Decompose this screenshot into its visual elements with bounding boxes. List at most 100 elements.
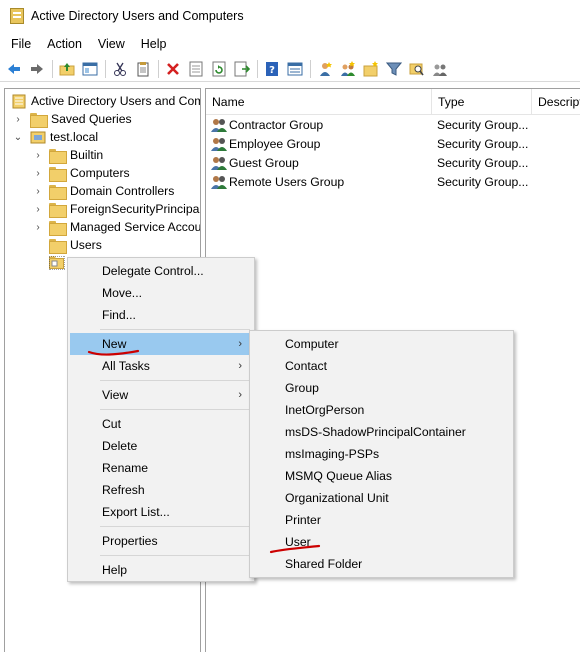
menu-item-label: New — [102, 337, 127, 351]
forward-icon[interactable] — [27, 59, 47, 79]
show-hide-tree-icon[interactable] — [80, 59, 100, 79]
context-menu: Delegate Control... Move... Find... New … — [67, 257, 255, 582]
cut-icon[interactable] — [110, 59, 130, 79]
menu-separator — [100, 526, 250, 527]
copy-icon[interactable] — [133, 59, 153, 79]
tree-item-domain[interactable]: ⌄ test.local — [13, 128, 98, 146]
menu-item-all-tasks[interactable]: All Tasks › — [70, 355, 252, 377]
tree-item-managed-service-accounts[interactable]: › Managed Service Accour — [33, 218, 201, 236]
menu-item-move[interactable]: Move... — [70, 282, 252, 304]
menu-file[interactable]: File — [11, 37, 31, 51]
table-row[interactable]: Employee Group Security Group... — [206, 135, 580, 154]
tree-item-label: Users — [70, 238, 102, 252]
table-row[interactable]: Remote Users Group Security Group... — [206, 173, 580, 192]
svg-text:?: ? — [269, 65, 275, 76]
create-group-icon[interactable] — [338, 59, 358, 79]
chevron-right-icon: › — [238, 360, 242, 372]
folder-icon — [49, 220, 67, 236]
chevron-down-icon[interactable]: ⌄ — [13, 132, 23, 143]
submenu-item-msmq-queue-alias[interactable]: MSMQ Queue Alias — [252, 465, 511, 487]
row-type: Security Group... — [437, 156, 529, 170]
up-folder-icon[interactable] — [57, 59, 77, 79]
delete-icon[interactable] — [163, 59, 183, 79]
submenu-item-contact[interactable]: Contact — [252, 355, 511, 377]
row-type: Security Group... — [437, 137, 529, 151]
menu-action[interactable]: Action — [47, 37, 82, 51]
menu-item-new[interactable]: New › — [70, 333, 252, 355]
create-user-icon[interactable] — [315, 59, 335, 79]
tree-item-label: Saved Queries — [51, 112, 132, 126]
row-name: Remote Users Group — [229, 175, 345, 189]
menu-item-export-list[interactable]: Export List... — [70, 501, 252, 523]
security-group-icon — [211, 176, 227, 189]
submenu-item-inetorgperson[interactable]: InetOrgPerson — [252, 399, 511, 421]
tree-item-foreign-security-principals[interactable]: › ForeignSecurityPrincipals — [33, 200, 201, 218]
security-group-icon — [211, 119, 227, 132]
menu-item-delegate-control[interactable]: Delegate Control... — [70, 260, 252, 282]
tree-item-selected-ou[interactable] — [33, 254, 66, 272]
filter-icon[interactable] — [384, 59, 404, 79]
chevron-right-icon[interactable]: › — [33, 186, 43, 197]
tree-item-saved-queries[interactable]: › Saved Queries — [13, 110, 132, 128]
column-header-name[interactable]: Name — [206, 89, 431, 115]
properties-icon[interactable] — [186, 59, 206, 79]
refresh-icon[interactable] — [209, 59, 229, 79]
tree-item-label: Managed Service Accour — [70, 220, 201, 234]
security-group-icon — [211, 138, 227, 151]
table-row[interactable]: Guest Group Security Group... — [206, 154, 580, 173]
column-header-type[interactable]: Type — [431, 89, 531, 115]
details-view-icon[interactable] — [285, 59, 305, 79]
tree-item-computers[interactable]: › Computers — [33, 164, 130, 182]
menu-item-label: All Tasks — [102, 359, 150, 373]
submenu-item-shared-folder[interactable]: Shared Folder — [252, 553, 511, 575]
security-group-icon — [211, 157, 227, 170]
row-type: Security Group... — [437, 118, 529, 132]
submenu-item-user[interactable]: User — [252, 531, 511, 553]
menu-item-delete[interactable]: Delete — [70, 435, 252, 457]
menu-bar: File Action View Help — [0, 34, 580, 54]
submenu-item-organizational-unit[interactable]: Organizational Unit — [252, 487, 511, 509]
export-icon[interactable] — [232, 59, 252, 79]
menu-view[interactable]: View — [98, 37, 125, 51]
submenu-item-printer[interactable]: Printer — [252, 509, 511, 531]
help-icon[interactable]: ? — [262, 59, 282, 79]
column-header-description[interactable]: Descript — [531, 89, 580, 115]
submenu-item-msds-shadow-principal-container[interactable]: msDS-ShadowPrincipalContainer — [252, 421, 511, 443]
folder-icon — [49, 202, 67, 218]
delegate-icon[interactable] — [430, 59, 450, 79]
toolbar-separator — [257, 59, 258, 78]
menu-item-rename[interactable]: Rename — [70, 457, 252, 479]
chevron-right-icon[interactable]: › — [13, 114, 23, 125]
app-icon — [10, 8, 24, 24]
submenu-item-computer[interactable]: Computer — [252, 333, 511, 355]
back-icon[interactable] — [4, 59, 24, 79]
table-row[interactable]: Contractor Group Security Group... — [206, 116, 580, 135]
chevron-right-icon[interactable]: › — [33, 150, 43, 161]
menu-item-view[interactable]: View › — [70, 384, 252, 406]
submenu-item-msimaging-psps[interactable]: msImaging-PSPs — [252, 443, 511, 465]
folder-icon — [49, 166, 67, 182]
submenu-item-group[interactable]: Group — [252, 377, 511, 399]
tree-item-users[interactable]: Users — [33, 236, 102, 254]
ou-icon — [48, 255, 66, 271]
menu-item-label: View — [102, 388, 129, 402]
tree-item-builtin[interactable]: › Builtin — [33, 146, 103, 164]
folder-icon — [49, 238, 67, 254]
menu-item-help[interactable]: Help — [70, 559, 252, 581]
menu-help[interactable]: Help — [141, 37, 167, 51]
tree-root[interactable]: Active Directory Users and Com — [11, 92, 200, 110]
menu-separator — [100, 380, 250, 381]
chevron-right-icon[interactable]: › — [33, 222, 43, 233]
tree-item-domain-controllers[interactable]: › Domain Controllers — [33, 182, 174, 200]
create-ou-icon[interactable] — [361, 59, 381, 79]
find-icon[interactable] — [407, 59, 427, 79]
chevron-right-icon[interactable]: › — [33, 168, 43, 179]
folder-icon — [49, 148, 67, 164]
chevron-right-icon[interactable]: › — [33, 204, 43, 215]
row-name: Contractor Group — [229, 118, 324, 132]
tree-item-label: ForeignSecurityPrincipals — [70, 202, 201, 216]
menu-item-refresh[interactable]: Refresh — [70, 479, 252, 501]
menu-item-properties[interactable]: Properties — [70, 530, 252, 552]
menu-item-find[interactable]: Find... — [70, 304, 252, 326]
menu-item-cut[interactable]: Cut — [70, 413, 252, 435]
